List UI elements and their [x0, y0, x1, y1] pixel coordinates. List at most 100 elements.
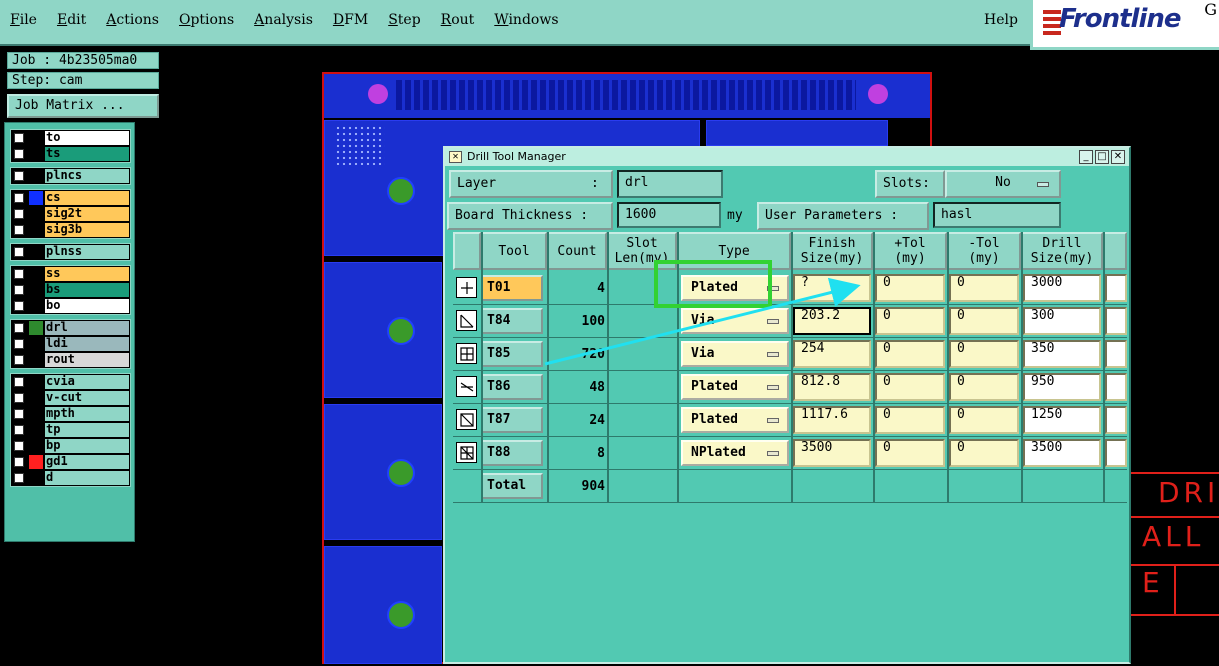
extra-field[interactable]	[1105, 274, 1127, 302]
layer-checkbox[interactable]	[14, 355, 24, 365]
tool-button[interactable]: T01	[481, 275, 543, 301]
user-parameters-field[interactable]: hasl	[933, 202, 1061, 228]
drill-shape-icon[interactable]	[456, 277, 477, 298]
minus-tol-field[interactable]: 0	[949, 373, 1019, 401]
finish-size-field[interactable]: 254	[793, 340, 871, 368]
menu-rout[interactable]: Rout	[441, 12, 475, 28]
layer-checkbox[interactable]	[14, 285, 24, 295]
column-header[interactable]: +Tol (my)	[873, 232, 947, 270]
layer-color-swatch[interactable]	[29, 245, 43, 259]
layer-row-drl[interactable]: drl	[11, 320, 130, 336]
layer-row-sig3b[interactable]: sig3b	[11, 222, 130, 238]
menu-dfm[interactable]: DFM	[333, 12, 368, 28]
tool-button[interactable]: T85	[481, 341, 543, 367]
layer-field[interactable]: drl	[617, 170, 723, 198]
plus-tol-field[interactable]: 0	[875, 340, 945, 368]
drill-size-field[interactable]: 3500	[1023, 439, 1101, 467]
plus-tol-field[interactable]: 0	[875, 274, 945, 302]
layer-color-swatch[interactable]	[29, 321, 43, 335]
layer-checkbox[interactable]	[14, 209, 24, 219]
drill-size-field[interactable]: 1250	[1023, 406, 1101, 434]
layer-checkbox[interactable]	[14, 133, 24, 143]
type-option-menu[interactable]: Plated	[681, 407, 789, 433]
minus-tol-field[interactable]: 0	[949, 307, 1019, 335]
column-header[interactable]: Drill Size(my)	[1021, 232, 1103, 270]
finish-size-field[interactable]: 3500	[793, 439, 871, 467]
menu-help[interactable]: Help	[984, 12, 1018, 28]
layer-row-tp[interactable]: tp	[11, 422, 130, 438]
layer-checkbox[interactable]	[14, 393, 24, 403]
drill-shape-icon[interactable]	[456, 310, 477, 331]
drill-size-field[interactable]: 350	[1023, 340, 1101, 368]
layer-color-swatch[interactable]	[29, 191, 43, 205]
layer-row-d[interactable]: d	[11, 470, 130, 486]
layer-row-cs[interactable]: cs	[11, 190, 130, 206]
extra-field[interactable]	[1105, 406, 1127, 434]
type-option-menu[interactable]: NPlated	[681, 440, 789, 466]
layer-row-plncs[interactable]: plncs	[11, 168, 130, 184]
layer-row-sig2t[interactable]: sig2t	[11, 206, 130, 222]
layer-row-ts[interactable]: ts	[11, 146, 130, 162]
layer-color-swatch[interactable]	[29, 407, 43, 421]
drill-size-field[interactable]: 3000	[1023, 274, 1101, 302]
layer-color-swatch[interactable]	[29, 169, 43, 183]
layer-checkbox[interactable]	[14, 441, 24, 451]
menu-file[interactable]: File	[10, 12, 37, 28]
layer-checkbox[interactable]	[14, 425, 24, 435]
type-option-menu[interactable]: Plated	[681, 374, 789, 400]
tool-button[interactable]: T87	[481, 407, 543, 433]
drill-size-field[interactable]: 300	[1023, 307, 1101, 335]
layer-checkbox[interactable]	[14, 149, 24, 159]
minimize-icon[interactable]: _	[1079, 150, 1093, 164]
minus-tol-field[interactable]: 0	[949, 406, 1019, 434]
menu-options[interactable]: Options	[179, 12, 234, 28]
layer-row-plnss[interactable]: plnss	[11, 244, 130, 260]
layer-color-swatch[interactable]	[29, 391, 43, 405]
menu-actions[interactable]: Actions	[106, 12, 159, 28]
layer-row-mpth[interactable]: mpth	[11, 406, 130, 422]
layer-checkbox[interactable]	[14, 247, 24, 257]
layer-color-swatch[interactable]	[29, 267, 43, 281]
drill-shape-icon[interactable]	[456, 409, 477, 430]
layer-checkbox[interactable]	[14, 301, 24, 311]
layer-checkbox[interactable]	[14, 409, 24, 419]
tool-button[interactable]: T86	[481, 374, 543, 400]
extra-field[interactable]	[1105, 373, 1127, 401]
drill-size-field[interactable]: 950	[1023, 373, 1101, 401]
plus-tol-field[interactable]: 0	[875, 307, 945, 335]
layer-color-swatch[interactable]	[29, 439, 43, 453]
type-option-menu[interactable]: Via	[681, 341, 789, 367]
layer-color-swatch[interactable]	[29, 147, 43, 161]
menu-step[interactable]: Step	[388, 12, 420, 28]
menu-analysis[interactable]: Analysis	[254, 12, 313, 28]
layer-color-swatch[interactable]	[29, 223, 43, 237]
finish-size-field[interactable]: 812.8	[793, 373, 871, 401]
extra-field[interactable]	[1105, 307, 1127, 335]
type-option-menu[interactable]: Via	[681, 308, 789, 334]
plus-tol-field[interactable]: 0	[875, 439, 945, 467]
layer-row-gd1[interactable]: gd1	[11, 454, 130, 470]
layer-row-rout[interactable]: rout	[11, 352, 130, 368]
minus-tol-field[interactable]: 0	[949, 340, 1019, 368]
extra-field[interactable]	[1105, 340, 1127, 368]
drill-shape-icon[interactable]	[456, 376, 477, 397]
finish-size-field[interactable]: 203.2	[793, 307, 871, 335]
menu-windows[interactable]: Windows	[494, 12, 558, 28]
drill-shape-icon[interactable]	[456, 442, 477, 463]
layer-checkbox[interactable]	[14, 269, 24, 279]
layer-row-bp[interactable]: bp	[11, 438, 130, 454]
layer-row-bs[interactable]: bs	[11, 282, 130, 298]
layer-checkbox[interactable]	[14, 323, 24, 333]
layer-row-bo[interactable]: bo	[11, 298, 130, 314]
window-menu-icon[interactable]: ✕	[449, 151, 462, 163]
layer-color-swatch[interactable]	[29, 455, 43, 469]
layer-checkbox[interactable]	[14, 339, 24, 349]
layer-color-swatch[interactable]	[29, 471, 43, 485]
layer-checkbox[interactable]	[14, 193, 24, 203]
minus-tol-field[interactable]: 0	[949, 274, 1019, 302]
column-header[interactable]: Count	[547, 232, 607, 270]
layer-color-swatch[interactable]	[29, 375, 43, 389]
board-thickness-field[interactable]: 1600	[617, 202, 721, 228]
layer-color-swatch[interactable]	[29, 207, 43, 221]
layer-color-swatch[interactable]	[29, 131, 43, 145]
